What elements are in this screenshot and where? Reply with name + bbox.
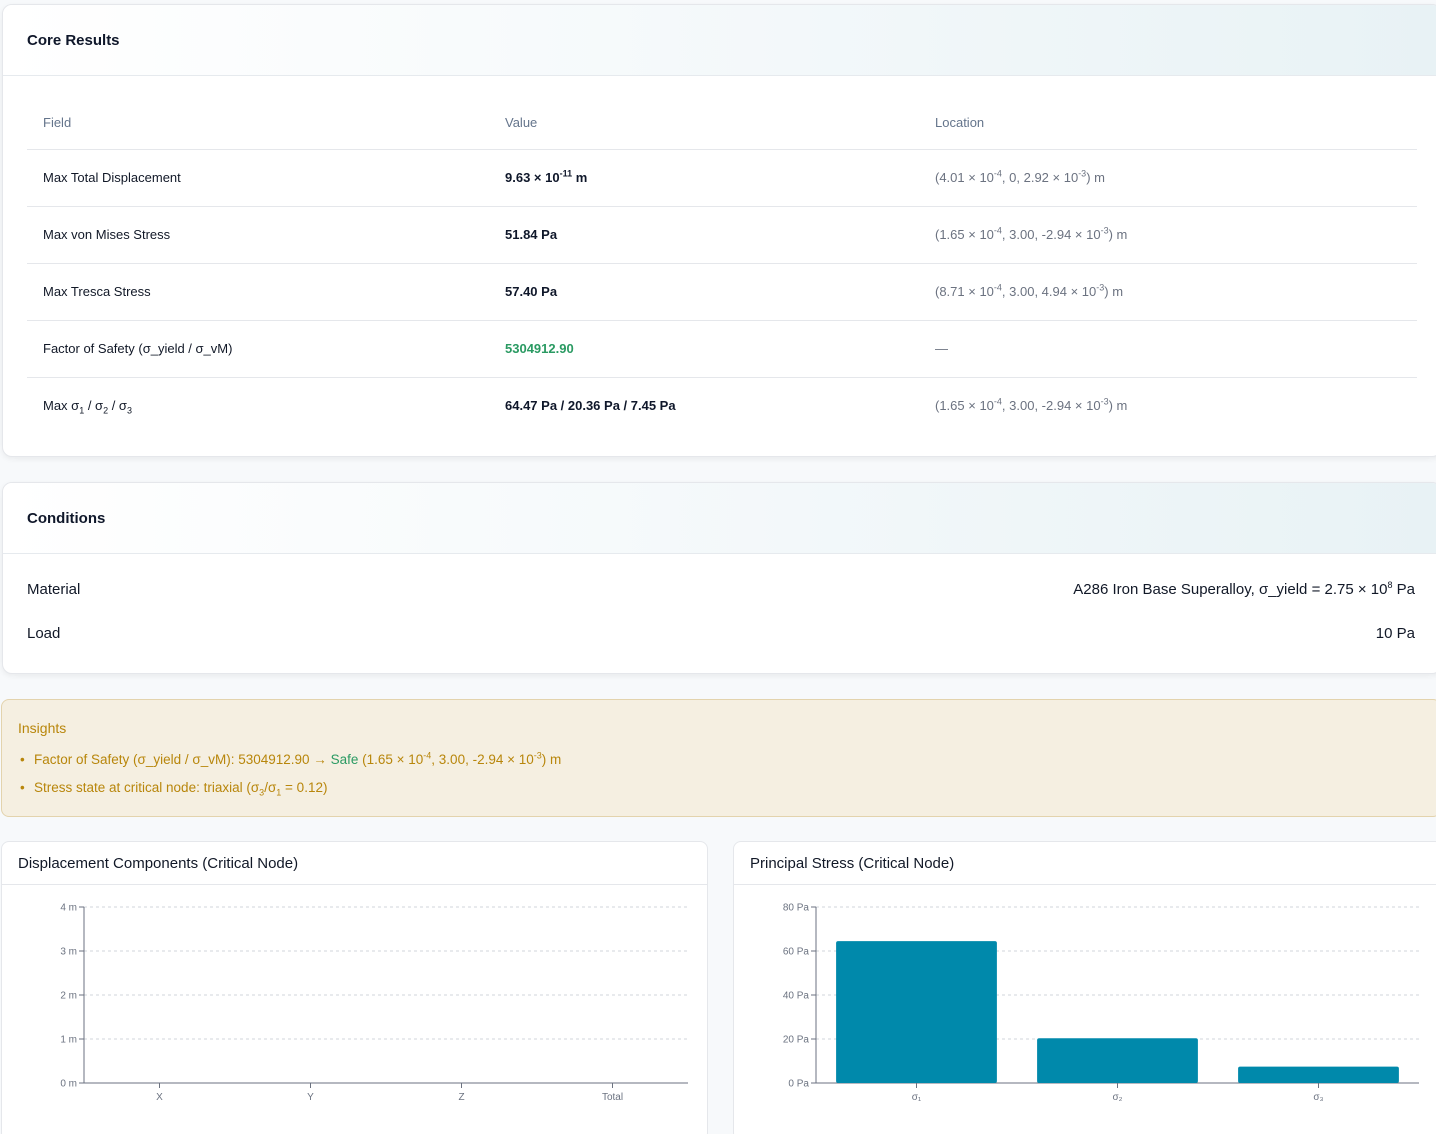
- list-item: Stress state at critical node: triaxial …: [18, 774, 1424, 802]
- location-cell: (4.01 × 10-4, 0, 2.92 × 10-3) m: [919, 149, 1417, 207]
- insights-panel: Insights Factor of Safety (σ_yield / σ_v…: [1, 699, 1436, 817]
- header-location: Location: [919, 97, 1417, 150]
- material-value: A286 Iron Base Superalloy, σ_yield = 2.7…: [1073, 580, 1415, 599]
- insights-list: Factor of Safety (σ_yield / σ_vM): 53049…: [18, 746, 1424, 802]
- x-tick-label: σ₁: [912, 1092, 922, 1103]
- bar: [1037, 1038, 1198, 1083]
- y-tick-label: 60 Pa: [783, 947, 810, 958]
- factor-of-safety-value: 5304912.90: [489, 320, 919, 378]
- x-tick-label: σ₂: [1112, 1092, 1122, 1103]
- displacement-chart-card: Displacement Components (Critical Node) …: [1, 841, 708, 1134]
- location-cell: (1.65 × 10-4, 3.00, -2.94 × 10-3) m: [919, 206, 1417, 264]
- location-cell: —: [919, 320, 1417, 378]
- x-tick-label: σ₃: [1313, 1092, 1323, 1103]
- core-results-header: Core Results: [3, 5, 1436, 76]
- principal-stress-chart-header: Principal Stress (Critical Node): [734, 842, 1436, 885]
- field-cell: Max Total Displacement: [27, 149, 489, 207]
- value-cell: 9.63 × 10-11 m: [489, 149, 919, 207]
- table-row: Max von Mises Stress 51.84 Pa (1.65 × 10…: [27, 206, 1417, 264]
- load-label: Load: [27, 625, 61, 642]
- x-tick-label: Z: [458, 1092, 464, 1103]
- value-cell: 64.47 Pa / 20.36 Pa / 7.45 Pa: [505, 398, 676, 414]
- value-cell: 57.40 Pa: [489, 263, 919, 321]
- condition-row-load: Load 10 Pa: [27, 625, 1415, 642]
- conditions-card: Conditions Material A286 Iron Base Super…: [2, 482, 1436, 674]
- x-tick-label: X: [156, 1092, 163, 1103]
- list-item: Factor of Safety (σ_yield / σ_vM): 53049…: [18, 746, 1424, 774]
- table-row: Max Tresca Stress 57.40 Pa (8.71 × 10-4,…: [27, 263, 1417, 321]
- table-row: Factor of Safety (σ_yield / σ_vM) 530491…: [27, 320, 1417, 378]
- field-cell: Max von Mises Stress: [27, 206, 489, 264]
- displacement-chart-title: Displacement Components (Critical Node): [18, 854, 299, 872]
- condition-row-material: Material A286 Iron Base Superalloy, σ_yi…: [27, 580, 1415, 599]
- header-field: Field: [27, 97, 489, 150]
- principal-stress-chart-card: Principal Stress (Critical Node) 0 Pa 20 …: [733, 841, 1436, 1134]
- conditions-header: Conditions: [3, 483, 1436, 554]
- y-tick-label: 1 m: [60, 1035, 77, 1046]
- material-label: Material: [27, 581, 81, 598]
- table-row: Max σ1 / σ2 / σ3 64.47 Pa / 20.36 Pa / 7…: [27, 377, 1417, 434]
- core-results-card: Core Results Field Value Location Max To…: [2, 4, 1436, 457]
- y-tick-label: 40 Pa: [783, 991, 810, 1002]
- y-tick-label: 0 Pa: [788, 1079, 809, 1090]
- field-cell: Max σ1 / σ2 / σ3: [43, 398, 132, 416]
- principal-stress-chart-title: Principal Stress (Critical Node): [750, 854, 955, 872]
- principal-stress-chart: 0 Pa 20 Pa 40 Pa 60 Pa 80 Pa σ₁ σ₂ σ₃: [783, 903, 1419, 1103]
- table-row: Max Total Displacement 9.63 × 10-11 m (4…: [27, 149, 1417, 207]
- insights-title: Insights: [18, 720, 67, 736]
- bar: [836, 941, 997, 1083]
- y-tick-label: 20 Pa: [783, 1035, 810, 1046]
- y-tick-label: 0 m: [60, 1079, 77, 1090]
- location-cell: (1.65 × 10-4, 3.00, -2.94 × 10-3) m: [935, 396, 1128, 414]
- table-header-row: Field Value Location: [27, 97, 1417, 150]
- load-value: 10 Pa: [1375, 625, 1415, 642]
- bar: [1238, 1066, 1399, 1083]
- results-table: Field Value Location Max Total Displacem…: [27, 97, 1417, 434]
- conditions-title: Conditions: [27, 509, 106, 527]
- safe-status: Safe: [330, 752, 359, 767]
- y-tick-label: 2 m: [60, 991, 77, 1002]
- x-tick-label: Y: [307, 1092, 314, 1103]
- header-value: Value: [489, 97, 919, 150]
- x-tick-label: Total: [602, 1092, 623, 1103]
- displacement-chart: 0 m 1 m 2 m 3 m 4 m X Y Z Total: [60, 903, 688, 1103]
- field-cell: Max Tresca Stress: [27, 263, 489, 321]
- y-tick-label: 80 Pa: [783, 903, 810, 914]
- y-tick-label: 3 m: [60, 947, 77, 958]
- location-cell: (8.71 × 10-4, 3.00, 4.94 × 10-3) m: [919, 263, 1417, 321]
- displacement-chart-header: Displacement Components (Critical Node): [2, 842, 707, 885]
- y-tick-label: 4 m: [60, 903, 77, 914]
- core-results-title: Core Results: [27, 31, 120, 49]
- value-cell: 51.84 Pa: [489, 206, 919, 264]
- field-cell: Factor of Safety (σ_yield / σ_vM): [27, 320, 489, 378]
